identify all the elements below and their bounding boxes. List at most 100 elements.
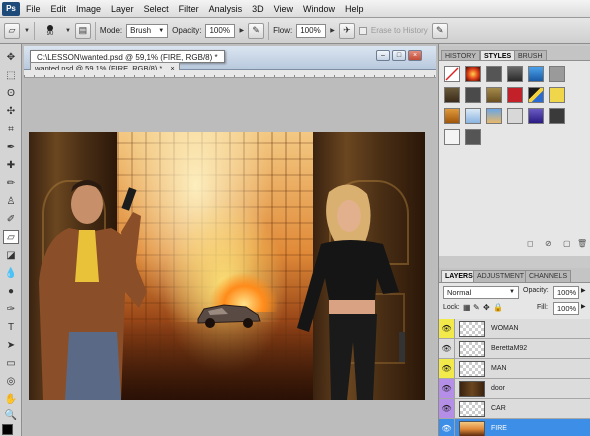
healing-brush-tool-icon[interactable]: ✚ — [3, 158, 19, 172]
artwork-image[interactable] — [29, 132, 425, 400]
style-none-swatch[interactable] — [444, 66, 460, 82]
style-swatch[interactable] — [465, 66, 481, 82]
layer-row[interactable]: 👁 FIRE — [439, 419, 590, 436]
layer-thumbnail[interactable] — [459, 421, 485, 436]
menu-edit[interactable]: Edit — [46, 0, 72, 18]
chevron-right-icon[interactable]: ▶ — [330, 27, 335, 34]
clear-style-icon[interactable]: ⊘ — [545, 239, 552, 248]
delete-style-icon[interactable]: 🗑 — [577, 239, 587, 248]
layer-fill-field[interactable]: 100% — [553, 302, 579, 315]
airbrush-button[interactable]: ✈ — [338, 22, 355, 39]
layer-thumbnail[interactable] — [459, 381, 485, 397]
style-swatch[interactable] — [549, 66, 565, 82]
lock-all-icon[interactable]: 🔒 — [493, 303, 503, 312]
marquee-tool-icon[interactable]: ⬚ — [3, 68, 19, 82]
chevron-right-icon[interactable]: ▶ — [581, 287, 586, 294]
minimize-button[interactable]: – — [376, 50, 390, 61]
style-swatch[interactable] — [444, 108, 460, 124]
style-swatch[interactable] — [549, 87, 565, 103]
menu-analysis[interactable]: Analysis — [204, 0, 248, 18]
layer-thumbnail[interactable] — [459, 401, 485, 417]
menu-view[interactable]: View — [269, 0, 298, 18]
style-swatch[interactable] — [528, 87, 544, 103]
eye-icon[interactable]: 👁 — [439, 319, 455, 338]
menu-image[interactable]: Image — [71, 0, 106, 18]
menu-3d[interactable]: 3D — [247, 0, 269, 18]
style-swatch[interactable] — [465, 108, 481, 124]
style-swatch[interactable] — [465, 129, 481, 145]
style-swatch[interactable] — [486, 87, 502, 103]
chevron-right-icon[interactable]: ▶ — [239, 27, 244, 34]
hand-tool-icon[interactable]: ✋ — [3, 392, 19, 406]
erase-to-history-checkbox[interactable] — [358, 26, 367, 35]
menu-filter[interactable]: Filter — [174, 0, 204, 18]
lock-position-icon[interactable]: ✥ — [483, 303, 490, 312]
eraser-tool-icon[interactable]: ▱ — [3, 230, 19, 244]
menu-layer[interactable]: Layer — [106, 0, 139, 18]
tab-channels[interactable]: CHANNELS — [525, 270, 572, 282]
layer-thumbnail[interactable] — [459, 341, 485, 357]
chevron-right-icon[interactable]: ▶ — [581, 303, 586, 310]
path-select-tool-icon[interactable]: ➤ — [3, 338, 19, 352]
opacity-field[interactable]: 100% — [205, 23, 236, 38]
layer-row[interactable]: 👁 WOMAN — [439, 319, 590, 339]
opacity-pressure-button[interactable]: ✎ — [248, 22, 265, 39]
new-style-icon[interactable]: ▢ — [563, 239, 571, 248]
zoom-tool-icon[interactable]: 🔍 — [3, 408, 19, 422]
menu-window[interactable]: Window — [298, 0, 340, 18]
style-swatch[interactable] — [486, 108, 502, 124]
menu-select[interactable]: Select — [139, 0, 174, 18]
dodge-tool-icon[interactable]: ● — [3, 284, 19, 298]
eye-icon[interactable]: 👁 — [439, 339, 455, 358]
eye-icon[interactable]: 👁 — [439, 419, 455, 436]
foreground-color-swatch[interactable] — [2, 424, 13, 435]
style-swatch[interactable] — [549, 108, 565, 124]
brush-picker[interactable]: 90 — [39, 20, 61, 42]
layer-row[interactable]: 👁 MAN — [439, 359, 590, 379]
style-swatch[interactable] — [528, 66, 544, 82]
history-brush-tool-icon[interactable]: ✐ — [3, 212, 19, 226]
lock-transparency-icon[interactable]: ▦ — [463, 303, 471, 312]
style-swatch[interactable] — [528, 108, 544, 124]
tab-layers[interactable]: LAYERS — [441, 270, 477, 282]
style-swatch[interactable] — [507, 66, 523, 82]
shape-tool-icon[interactable]: ▭ — [3, 356, 19, 370]
close-button[interactable]: × — [408, 50, 422, 61]
lasso-tool-icon[interactable]: ʘ — [3, 86, 19, 100]
style-swatch[interactable] — [444, 129, 460, 145]
eye-icon[interactable]: 👁 — [439, 379, 455, 398]
style-swatch[interactable] — [444, 87, 460, 103]
layer-opacity-field[interactable]: 100% — [553, 286, 579, 299]
flow-pressure-button[interactable]: ✎ — [431, 22, 448, 39]
brush-tool-icon[interactable]: ✏ — [3, 176, 19, 190]
canvas-area[interactable] — [24, 78, 436, 436]
layer-row[interactable]: 👁 BerettaM92 — [439, 339, 590, 359]
layer-thumbnail[interactable] — [459, 361, 485, 377]
menu-file[interactable]: File — [21, 0, 46, 18]
new-style-icon[interactable]: ◻ — [527, 239, 534, 248]
menu-help[interactable]: Help — [340, 0, 369, 18]
tab-adjustment[interactable]: ADJUSTMENT — [473, 270, 529, 282]
brush-panel-toggle[interactable]: ▤ — [74, 22, 91, 39]
style-swatch[interactable] — [507, 108, 523, 124]
blur-tool-icon[interactable]: 💧 — [3, 266, 19, 280]
pen-tool-icon[interactable]: ✑ — [3, 302, 19, 316]
tool-preset-picker[interactable]: ▱ — [4, 22, 20, 39]
layer-row[interactable]: 👁 CAR — [439, 399, 590, 419]
move-tool-icon[interactable]: ✥ — [3, 50, 19, 64]
eyedropper-tool-icon[interactable]: ✒ — [3, 140, 19, 154]
crop-tool-icon[interactable]: ⌗ — [3, 122, 19, 136]
mode-select[interactable]: Brush ▼ — [126, 23, 169, 38]
eye-icon[interactable]: 👁 — [439, 399, 455, 418]
quick-select-tool-icon[interactable]: ✣ — [3, 104, 19, 118]
eye-icon[interactable]: 👁 — [439, 359, 455, 378]
chevron-down-icon[interactable]: ▼ — [24, 28, 30, 34]
layer-thumbnail[interactable] — [459, 321, 485, 337]
style-swatch[interactable] — [465, 87, 481, 103]
lock-pixels-icon[interactable]: ✎ — [473, 303, 480, 312]
style-swatch[interactable] — [486, 66, 502, 82]
type-tool-icon[interactable]: T — [3, 320, 19, 334]
3d-rotate-tool-icon[interactable]: ◎ — [3, 374, 19, 388]
layer-row[interactable]: 👁 door — [439, 379, 590, 399]
maximize-button[interactable]: □ — [392, 50, 406, 61]
